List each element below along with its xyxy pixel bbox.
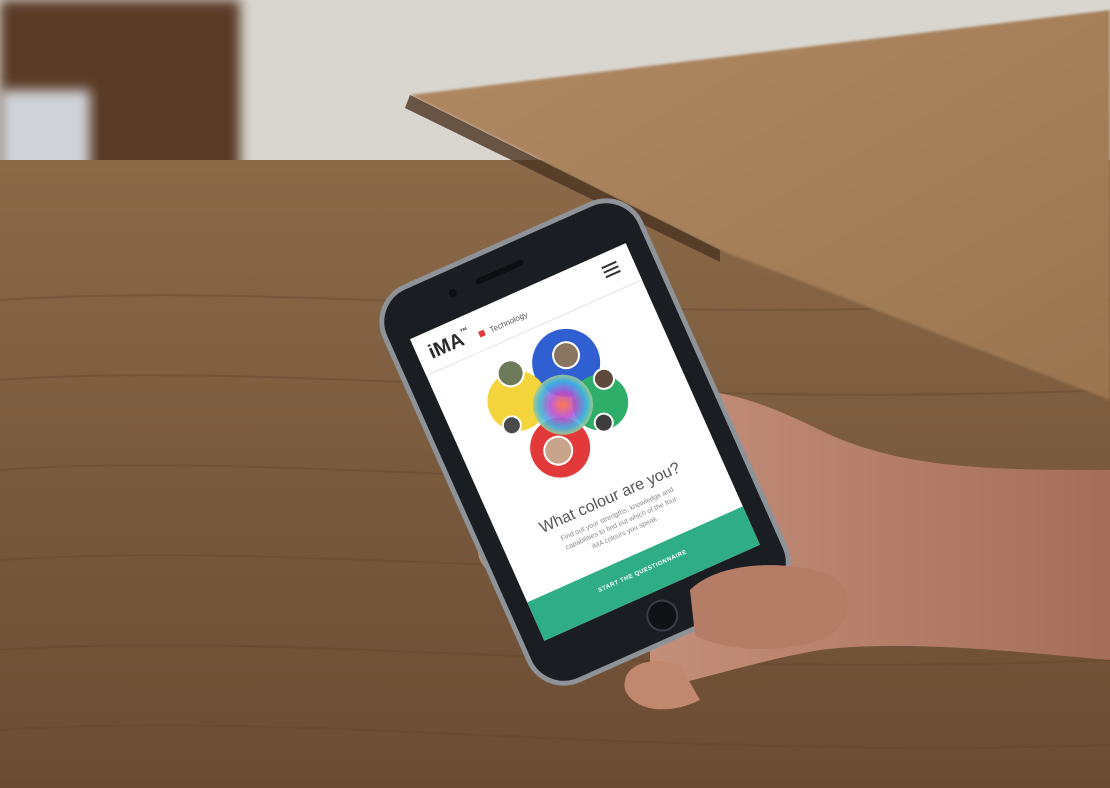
- logo-suffix: Technology: [488, 309, 530, 335]
- hamburger-menu-icon[interactable]: [601, 260, 621, 279]
- ima-logo-icon: [478, 329, 487, 338]
- app-logo[interactable]: iMA™ Technology: [425, 301, 531, 365]
- photo-scene: iMA™ Technology What colour are you? Fin…: [0, 0, 1110, 788]
